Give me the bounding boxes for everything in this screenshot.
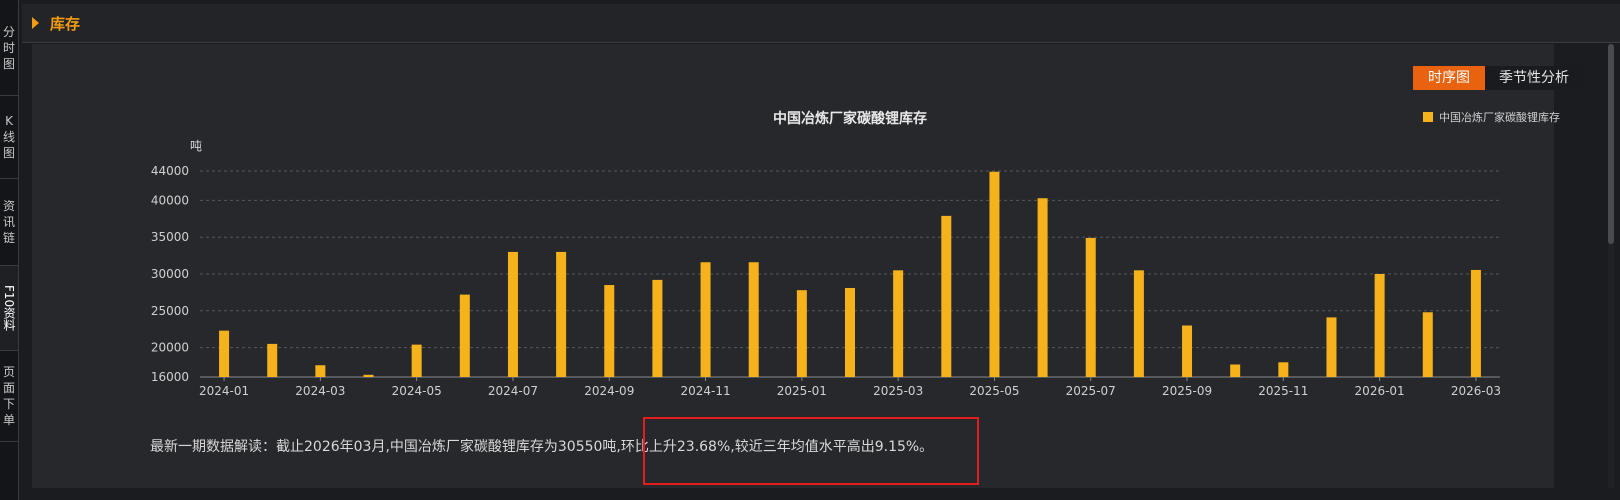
x-tick-label: 2025-09 — [1162, 384, 1212, 398]
x-tick-label: 2024-03 — [295, 384, 345, 398]
bar — [893, 270, 904, 377]
bar — [1230, 364, 1241, 377]
x-tick-label: 2025-01 — [777, 384, 827, 398]
bar — [1422, 312, 1433, 377]
bar — [748, 262, 759, 377]
bar — [1037, 198, 1048, 377]
x-tick-label: 2024-05 — [392, 384, 442, 398]
y-tick-label: 25000 — [151, 304, 189, 318]
x-tick-label: 2024-01 — [199, 384, 249, 398]
x-tick-label: 2025-03 — [873, 384, 923, 398]
y-tick-label: 35000 — [151, 230, 189, 244]
bar — [411, 344, 422, 377]
bar — [1182, 325, 1193, 377]
x-tick-label: 2024-11 — [680, 384, 730, 398]
bar — [315, 365, 326, 377]
bar — [604, 285, 615, 377]
bar — [1470, 269, 1481, 377]
y-tick-label: 30000 — [151, 267, 189, 281]
x-tick-label: 2024-07 — [488, 384, 538, 398]
y-tick-label: 16000 — [151, 370, 189, 384]
y-tick-label: 44000 — [151, 164, 189, 178]
bar — [556, 251, 567, 377]
bar — [1374, 274, 1385, 377]
bar — [1326, 317, 1337, 377]
x-tick-label: 2025-11 — [1258, 384, 1308, 398]
bar — [219, 330, 230, 377]
bar — [459, 294, 470, 377]
bar — [796, 290, 807, 377]
y-tick-label: 40000 — [151, 193, 189, 207]
bar — [941, 215, 952, 377]
bar — [267, 343, 278, 377]
bar — [363, 374, 374, 377]
highlight-box — [643, 417, 979, 485]
bar — [1278, 362, 1289, 377]
bar — [507, 251, 518, 377]
bar — [1133, 270, 1144, 377]
bar — [845, 287, 855, 377]
x-tick-label: 2026-01 — [1355, 384, 1405, 398]
y-tick-label: 20000 — [151, 341, 189, 355]
x-tick-label: 2026-03 — [1451, 384, 1501, 398]
x-tick-label: 2024-09 — [584, 384, 634, 398]
bar — [652, 279, 663, 377]
bar — [1085, 237, 1096, 377]
bar — [700, 262, 711, 377]
x-tick-label: 2025-05 — [969, 384, 1019, 398]
x-tick-label: 2025-07 — [1066, 384, 1116, 398]
bar — [989, 171, 1000, 377]
